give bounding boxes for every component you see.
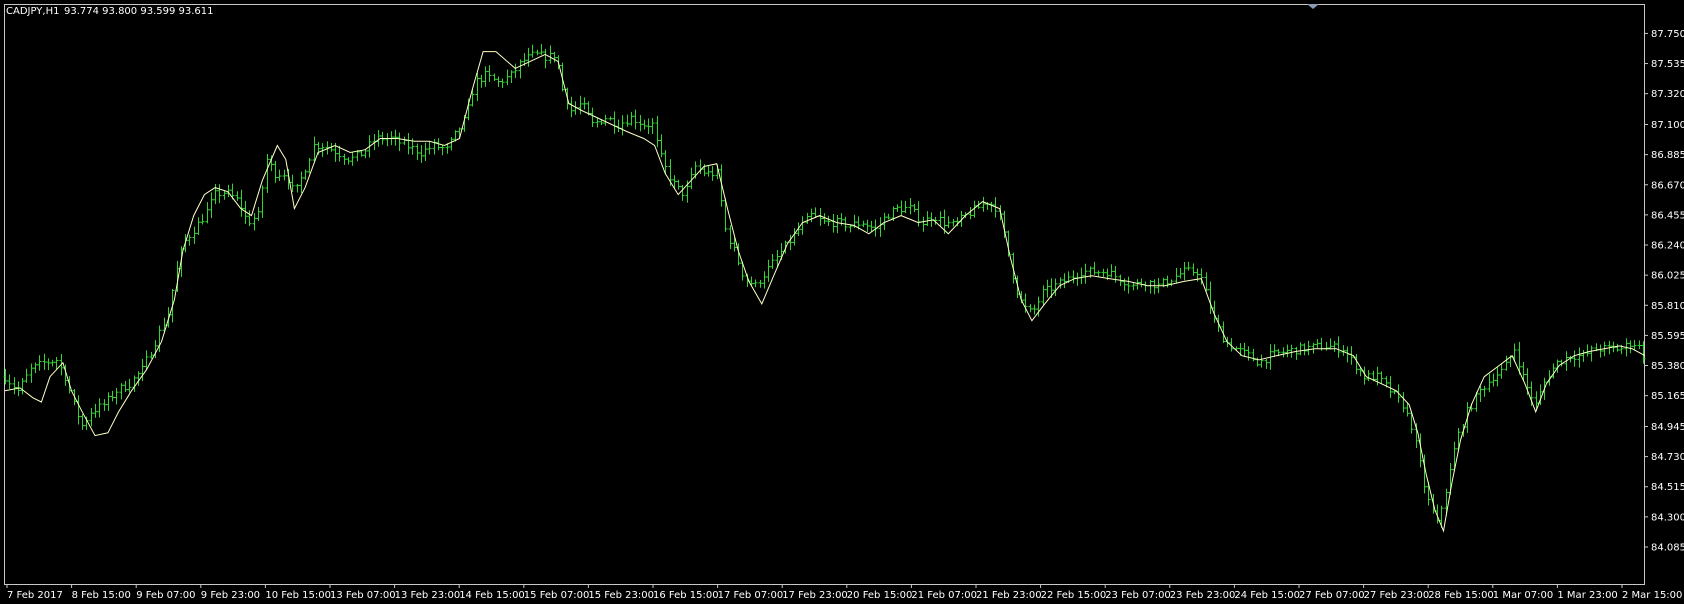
time-tick-label: 23 Feb 23:00 (1170, 590, 1236, 601)
time-tick-label: 1 Mar 23:00 (1557, 590, 1617, 601)
time-tick-label: 17 Feb 23:00 (782, 590, 848, 601)
time-tick-label: 1 Mar 07:00 (1493, 590, 1553, 601)
time-tick-label: 27 Feb 23:00 (1364, 590, 1430, 601)
price-tick-label: 84.945 (1651, 422, 1684, 433)
price-tick-label: 85.810 (1651, 301, 1684, 312)
chart-window[interactable]: 87.750 87.535 87.320 87.100 86.885 86.670 86.4… (0, 0, 1684, 604)
time-tick-label: 17 Feb 07:00 (718, 590, 784, 601)
time-tick-label: 27 Feb 07:00 (1299, 590, 1365, 601)
price-tick-label: 85.380 (1651, 361, 1684, 372)
chart-background (0, 0, 1684, 604)
price-tick-label: 86.025 (1651, 271, 1684, 282)
time-tick-label: 24 Feb 15:00 (1234, 590, 1300, 601)
time-tick-label: 10 Feb 15:00 (265, 590, 331, 601)
time-tick-label: 2 Mar 15:00 (1622, 590, 1682, 601)
price-tick-label: 85.595 (1651, 331, 1684, 342)
time-tick-label: 21 Feb 23:00 (976, 590, 1042, 601)
price-tick-label: 86.455 (1651, 210, 1684, 221)
price-chart[interactable]: 87.750 87.535 87.320 87.100 86.885 86.670 86.4… (0, 0, 1684, 604)
time-tick-label: 15 Feb 23:00 (588, 590, 654, 601)
price-tick-label: 85.165 (1651, 391, 1684, 402)
price-tick-label: 87.320 (1651, 89, 1684, 100)
quote-values: 93.774 93.800 93.599 93.611 (64, 6, 214, 17)
price-tick-label: 84.300 (1651, 512, 1684, 523)
price-tick-label: 84.730 (1651, 452, 1684, 463)
price-tick-label: 84.085 (1651, 543, 1684, 554)
time-tick-label: 21 Feb 07:00 (911, 590, 977, 601)
price-tick-label: 86.885 (1651, 150, 1684, 161)
price-tick-label: 86.670 (1651, 180, 1684, 191)
time-tick-label: 15 Feb 07:00 (524, 590, 590, 601)
time-tick-label: 9 Feb 07:00 (136, 590, 195, 601)
time-tick-label: 13 Feb 23:00 (395, 590, 461, 601)
price-tick-label: 87.535 (1651, 59, 1684, 70)
time-tick-label: 8 Feb 15:00 (72, 590, 131, 601)
time-tick-label: 9 Feb 23:00 (201, 590, 260, 601)
time-tick-label: 22 Feb 15:00 (1041, 590, 1107, 601)
price-tick-label: 87.750 (1651, 29, 1684, 40)
time-tick-label: 13 Feb 07:00 (330, 590, 396, 601)
time-tick-label: 16 Feb 15:00 (653, 590, 719, 601)
time-tick-label: 23 Feb 07:00 (1105, 590, 1171, 601)
time-tick-label: 20 Feb 15:00 (847, 590, 913, 601)
price-tick-label: 84.515 (1651, 482, 1684, 493)
symbol-label: CADJPY,H1 (6, 6, 59, 17)
price-tick-label: 86.240 (1651, 241, 1684, 252)
price-tick-label: 87.100 (1651, 120, 1684, 131)
time-tick-label: 7 Feb 2017 (7, 590, 63, 601)
time-tick-label: 28 Feb 15:00 (1428, 590, 1494, 601)
time-tick-label: 14 Feb 15:00 (459, 590, 525, 601)
